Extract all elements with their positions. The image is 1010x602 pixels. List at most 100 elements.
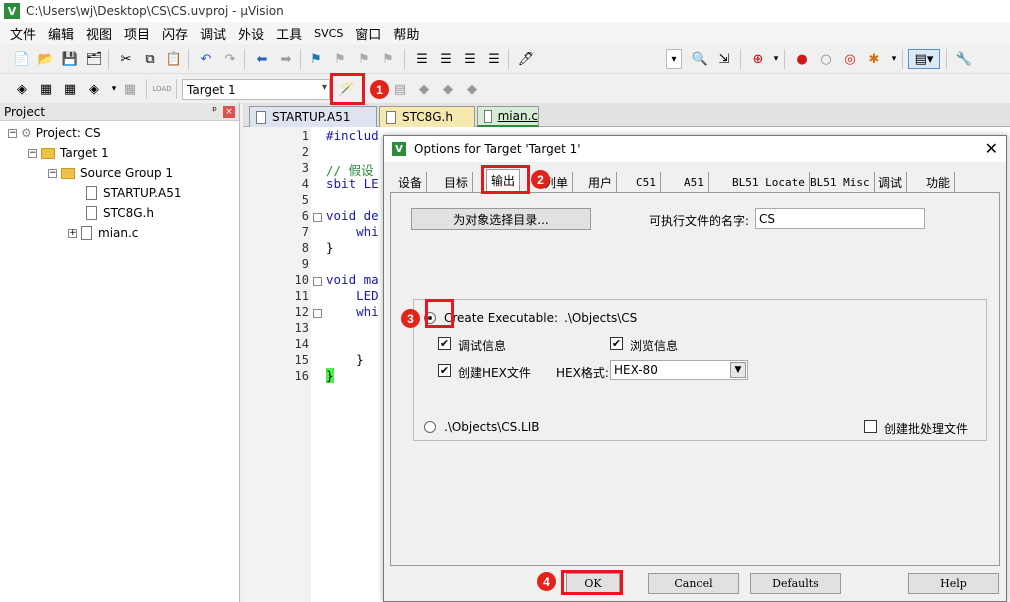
pin-icon[interactable]: ᵖ <box>212 104 217 117</box>
editor-tab-startup[interactable]: STARTUP.A51 <box>249 106 377 127</box>
debug-session-icon[interactable]: ⊕ <box>748 49 768 69</box>
unindent-icon[interactable]: ☰ <box>436 49 456 69</box>
indent-icon[interactable]: ☰ <box>412 49 432 69</box>
exe-name-field[interactable]: CS <box>755 208 925 229</box>
tab-target[interactable]: 目标 <box>440 172 474 192</box>
manage-components-icon[interactable]: ◆ <box>414 79 434 99</box>
create-library-radio[interactable] <box>424 421 436 433</box>
tree-target[interactable]: − Target 1 <box>28 143 109 163</box>
help-button[interactable]: Help <box>908 573 999 594</box>
debug-info-checkbox[interactable]: ✔ <box>438 337 451 350</box>
tab-c51[interactable]: C51 <box>632 172 661 192</box>
build-icon[interactable]: ▦ <box>36 79 56 99</box>
file-extensions-icon[interactable]: ▤ <box>390 79 410 99</box>
create-hex-checkbox[interactable]: ✔ <box>438 364 451 377</box>
tree-file[interactable]: STC8G.h <box>86 203 154 223</box>
redo-icon[interactable]: ↷ <box>220 49 240 69</box>
tree-group[interactable]: − Source Group 1 <box>48 163 173 183</box>
menu-project[interactable]: 项目 <box>118 24 156 43</box>
disable-breakpoints-icon[interactable]: ◎ <box>840 49 860 69</box>
insert-breakpoint-icon[interactable]: ● <box>792 49 812 69</box>
menu-help[interactable]: 帮助 <box>387 24 425 43</box>
select-packs-icon[interactable]: ◆ <box>438 79 458 99</box>
uncomment-icon[interactable]: ☰ <box>484 49 504 69</box>
incremental-find-icon[interactable]: ⇲ <box>714 49 734 69</box>
bookmark-icon[interactable]: ⚑ <box>306 49 326 69</box>
menu-edit[interactable]: 编辑 <box>42 24 80 43</box>
menu-tools[interactable]: 工具 <box>270 24 308 43</box>
batch-build-icon[interactable]: ◈ <box>84 79 104 99</box>
tab-a51[interactable]: A51 <box>680 172 709 192</box>
close-icon[interactable]: × <box>223 106 235 118</box>
find-in-files-icon[interactable]: 🖊 <box>516 49 536 69</box>
target-select[interactable]: Target 1 ▾ <box>182 79 330 100</box>
hex-format-select[interactable]: HEX-80 ▼ <box>610 360 748 380</box>
collapse-icon[interactable]: − <box>8 128 17 138</box>
line-number: 3 <box>301 161 309 175</box>
create-executable-label: Create Executable: <box>444 311 559 325</box>
code-line: sbit LE <box>326 176 379 191</box>
tab-device[interactable]: 设备 <box>394 172 428 192</box>
find-dropdown-icon[interactable]: ▾ <box>666 49 682 69</box>
fold-toggle-icon[interactable] <box>313 277 322 286</box>
fold-toggle-icon[interactable] <box>313 213 322 222</box>
cancel-button[interactable]: Cancel <box>648 573 739 594</box>
save-icon[interactable]: 💾 <box>60 49 80 69</box>
open-file-icon[interactable]: 📂 <box>36 49 56 69</box>
window-layout-icon[interactable]: ▤▾ <box>908 49 940 69</box>
tab-utilities[interactable]: 功能 <box>922 172 956 192</box>
close-icon[interactable]: ✕ <box>985 139 998 158</box>
kill-breakpoints-icon[interactable]: ✱ <box>864 49 884 69</box>
tree-project-root[interactable]: − ⚙ Project: CS <box>8 123 101 143</box>
breakpoints-dropdown-icon[interactable]: ▾ <box>884 49 904 69</box>
save-all-icon[interactable]: 🗂 <box>84 49 104 69</box>
editor-tab-mian[interactable]: mian.c <box>477 106 539 127</box>
step-badge-1: 1 <box>370 80 389 99</box>
menu-view[interactable]: 视图 <box>80 24 118 43</box>
fold-toggle-icon[interactable] <box>313 309 322 318</box>
menu-file[interactable]: 文件 <box>4 24 42 43</box>
expand-icon[interactable]: + <box>68 228 77 238</box>
clear-bookmarks-icon[interactable]: ⚑ <box>378 49 398 69</box>
menu-svcs[interactable]: SVCS <box>308 27 349 40</box>
next-bookmark-icon[interactable]: ⚑ <box>354 49 374 69</box>
find-icon[interactable]: 🔍 <box>690 49 710 69</box>
hex-format-value: HEX-80 <box>614 363 658 377</box>
tab-bl51-locate[interactable]: BL51 Locate <box>728 172 810 192</box>
download-icon[interactable]: LOAD <box>152 79 172 99</box>
tab-user[interactable]: 用户 <box>584 172 618 192</box>
enable-breakpoint-icon[interactable]: ○ <box>816 49 836 69</box>
pack-installer-icon[interactable]: ◆ <box>462 79 482 99</box>
configure-icon[interactable]: 🔧 <box>954 49 974 69</box>
new-file-icon[interactable]: 📄 <box>12 49 32 69</box>
tree-file[interactable]: STARTUP.A51 <box>86 183 181 203</box>
nav-forward-icon[interactable]: ➡ <box>276 49 296 69</box>
defaults-button[interactable]: Defaults <box>750 573 841 594</box>
tab-bl51-misc[interactable]: BL51 Misc <box>806 172 875 192</box>
menu-flash[interactable]: 闪存 <box>156 24 194 43</box>
menu-peripherals[interactable]: 外设 <box>232 24 270 43</box>
line-number: 7 <box>301 225 309 239</box>
nav-back-icon[interactable]: ⬅ <box>252 49 272 69</box>
batch-file-checkbox[interactable] <box>864 420 877 433</box>
menu-window[interactable]: 窗口 <box>349 24 387 43</box>
cut-icon[interactable]: ✂ <box>116 49 136 69</box>
menu-debug[interactable]: 调试 <box>194 24 232 43</box>
tree-file[interactable]: + mian.c <box>68 223 138 243</box>
rebuild-icon[interactable]: ▦ <box>60 79 80 99</box>
stop-build-icon[interactable]: ▦ <box>120 79 140 99</box>
browse-info-checkbox[interactable]: ✔ <box>610 337 623 350</box>
code-line: whi <box>326 224 379 239</box>
undo-icon[interactable]: ↶ <box>196 49 216 69</box>
editor-tab-stc8g[interactable]: STC8G.h <box>379 106 475 127</box>
collapse-icon[interactable]: − <box>48 168 57 178</box>
prev-bookmark-icon[interactable]: ⚑ <box>330 49 350 69</box>
select-folder-button[interactable]: 为对象选择目录... <box>411 208 591 230</box>
paste-icon[interactable]: 📋 <box>164 49 184 69</box>
debug-dropdown-icon[interactable]: ▾ <box>766 49 786 69</box>
translate-icon[interactable]: ◈ <box>12 79 32 99</box>
copy-icon[interactable]: ⧉ <box>140 49 160 69</box>
comment-icon[interactable]: ☰ <box>460 49 480 69</box>
tab-debug[interactable]: 调试 <box>874 172 908 192</box>
collapse-icon[interactable]: − <box>28 148 37 158</box>
